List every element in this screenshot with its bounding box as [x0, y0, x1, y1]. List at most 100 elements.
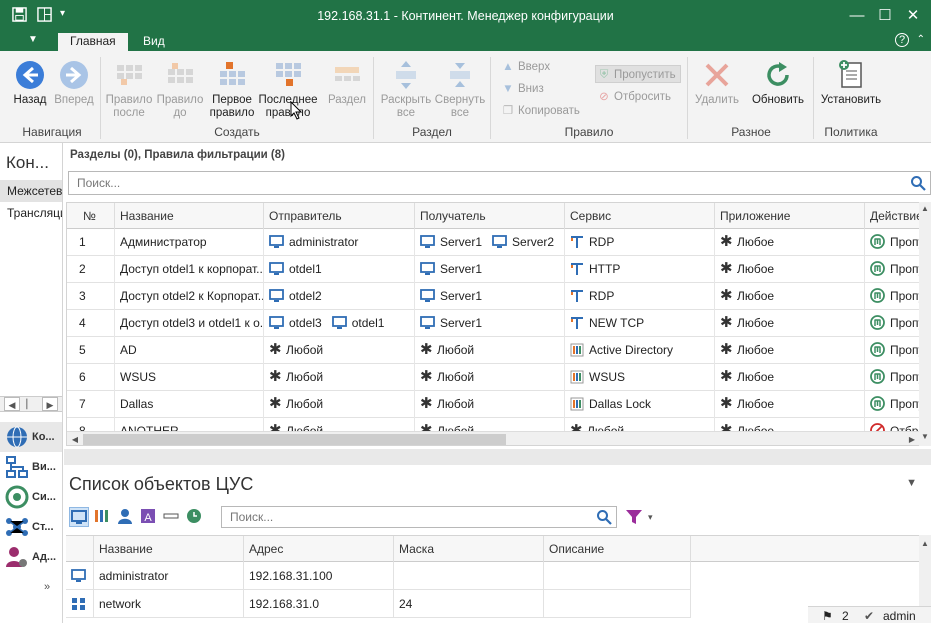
nav-item-firewall[interactable]: Межсетевой экран [0, 180, 62, 202]
rule-application: Любое [737, 235, 775, 249]
tab-home[interactable]: Главная [58, 33, 128, 52]
nav-item-translation[interactable]: Трансляция [0, 202, 62, 224]
rules-search-input[interactable]: Поиск... [68, 171, 931, 195]
scroll-left-icon[interactable]: ◀ [4, 397, 20, 411]
cell-sender: otdel1 [264, 256, 415, 283]
col-description[interactable]: Описание [544, 536, 691, 562]
col-service[interactable]: Сервис [565, 203, 715, 229]
table-row[interactable]: 6WSUS✱Любой✱ЛюбойWSUS✱ЛюбоеПропустить [67, 364, 930, 391]
cell-application: ✱ Любое [715, 364, 865, 391]
collapse-ribbon-icon[interactable]: ⌃ [917, 34, 925, 45]
panel-splitter[interactable] [64, 449, 931, 465]
schedule-filter-icon[interactable] [185, 507, 205, 527]
table-row[interactable]: 5 AD ✱ Любой ✱ Любой Active Directory ✱ Любое Про… [67, 337, 930, 364]
group-rule-label: Правило [564, 125, 614, 139]
close-button[interactable]: ✕ [898, 4, 928, 28]
collapse-all-button[interactable]: Свернуть все [434, 59, 486, 120]
quick-access-dropdown-icon[interactable]: ▾ [60, 8, 65, 19]
cell-sender: otdel2 [264, 283, 415, 310]
col-application[interactable]: Приложение [715, 203, 865, 229]
section-button[interactable]: Раздел [324, 59, 370, 107]
user-filter-icon[interactable] [116, 507, 136, 527]
scroll-right-icon[interactable]: ▶ [905, 433, 919, 445]
drop-button[interactable]: ⊘ Отбросить [596, 88, 671, 106]
rules-vertical-scrollbar[interactable]: ▲ ▼ [919, 202, 931, 446]
group-separator [813, 57, 814, 139]
move-down-button[interactable]: ▼ Вниз [500, 80, 543, 98]
col-name[interactable]: Название [115, 203, 264, 229]
module-structure[interactable]: Ст... [0, 512, 62, 542]
layout-icon[interactable] [37, 7, 52, 25]
save-icon[interactable] [12, 7, 27, 25]
first-rule-button[interactable]: Первое правило [206, 59, 258, 120]
cell-name: Доступ otdel1 к корпорат... [115, 256, 264, 283]
tab-view[interactable]: Вид [131, 33, 177, 51]
refresh-button[interactable]: Обновить [746, 59, 810, 107]
rule-name: Доступ otdel1 к корпорат... [120, 262, 264, 276]
col-icon [66, 536, 94, 562]
maximize-button[interactable]: ☐ [870, 4, 900, 28]
app-filter-icon[interactable]: A [139, 507, 159, 527]
computer-filter-icon[interactable] [69, 507, 89, 527]
last-rule-button[interactable]: Последнее правило [258, 59, 318, 120]
help-icon[interactable]: ? [895, 33, 909, 47]
module-system[interactable]: Си... [0, 482, 62, 512]
search-icon[interactable] [596, 509, 612, 525]
filter-icon[interactable]: ▾ [624, 508, 654, 529]
rule-after-button[interactable]: Правило после [104, 59, 154, 120]
panel-options-icon[interactable]: ▼ [906, 477, 917, 489]
install-button[interactable]: Установить [818, 59, 884, 107]
move-up-button[interactable]: ▲ Вверх [500, 58, 550, 76]
col-number[interactable]: № [67, 203, 115, 229]
network-tree-icon [6, 456, 28, 478]
any-icon: ✱ [720, 233, 733, 251]
delete-button[interactable]: Удалить [692, 59, 742, 107]
group-separator [687, 57, 688, 139]
range-filter-icon[interactable] [162, 507, 182, 527]
rule-service: WSUS [589, 370, 625, 384]
panel-scrollbar[interactable]: ◀ ▏ ▶ [0, 396, 62, 412]
col-mask[interactable]: Маска [394, 536, 544, 562]
forward-arrow-icon [60, 61, 88, 89]
module-view[interactable]: Ви... [0, 452, 62, 482]
search-icon[interactable] [910, 175, 926, 191]
forward-button[interactable]: Вперед [52, 59, 96, 107]
module-admin[interactable]: Ад... [0, 542, 62, 572]
service-filter-icon[interactable] [93, 507, 113, 527]
sender-any: Любой [286, 397, 324, 411]
receiver-object: Server1 [440, 316, 483, 330]
table-row[interactable]: 3 Доступ otdel2 к Корпорат... otdel2 Serve… [67, 283, 930, 310]
col-address[interactable]: Адрес [244, 536, 394, 562]
table-row[interactable]: 4 Доступ otdel3 и otdel1 к о... otdel3 otd… [67, 310, 930, 337]
list-item[interactable]: administrator 192.168.31.100 [66, 562, 691, 590]
table-row[interactable]: 2 Доступ otdel1 к корпорат... otdel1 Serve… [67, 256, 930, 283]
minimize-button[interactable]: — [842, 4, 872, 28]
list-item[interactable]: network 192.168.31.0 24 [66, 590, 691, 618]
cell-receiver: Server1 Server2 [415, 229, 565, 256]
col-sender[interactable]: Отправитель [264, 203, 415, 229]
more-modules-icon[interactable]: » [44, 581, 50, 593]
computer-icon [420, 288, 440, 303]
allow-button[interactable]: ⛨ Пропустить [595, 65, 681, 83]
expand-all-button[interactable]: Раскрыть все [378, 59, 434, 120]
allow-icon [870, 234, 890, 250]
back-button[interactable]: Назад [8, 59, 52, 107]
table-row[interactable]: 7 Dallas ✱ Любой ✱ Любой Dallas Lock ✱ Любое Проп… [67, 391, 930, 418]
table-row[interactable]: 1 Администратор administrator Server1 Serv… [67, 229, 930, 256]
col-receiver[interactable]: Получатель [415, 203, 565, 229]
computer-icon [492, 234, 512, 249]
group-separator [373, 57, 374, 139]
module-console[interactable]: Ко... [0, 422, 62, 452]
scroll-right-icon[interactable]: ▶ [42, 397, 58, 411]
objects-search-input[interactable]: Поиск... [221, 506, 617, 528]
object-address: 192.168.31.100 [249, 569, 333, 583]
copy-button[interactable]: ❐ Копировать [500, 102, 580, 120]
service-icon [570, 316, 589, 330]
rules-horizontal-scrollbar[interactable]: ◀ ▶ [67, 431, 930, 445]
file-menu-icon[interactable]: ▼ [28, 34, 38, 45]
computer-icon [420, 261, 440, 276]
col-obj-name[interactable]: Название [94, 536, 244, 562]
rule-before-button[interactable]: Правило до [154, 59, 206, 120]
scroll-thumb[interactable] [83, 434, 506, 445]
scroll-left-icon[interactable]: ◀ [68, 433, 82, 445]
